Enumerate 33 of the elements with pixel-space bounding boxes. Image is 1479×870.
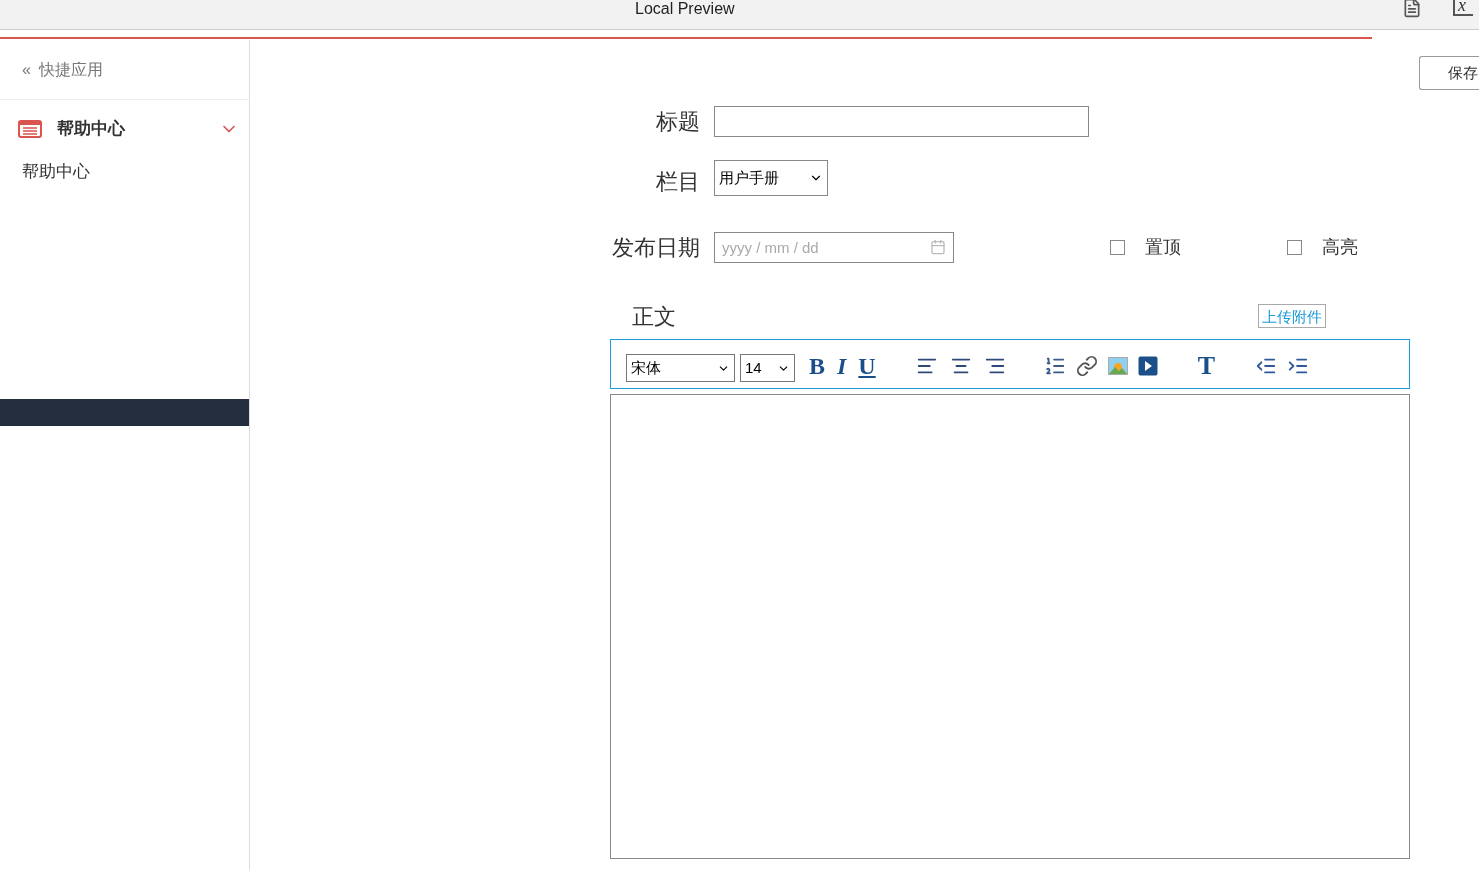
window-title: Local Preview	[635, 0, 735, 19]
menu-item[interactable]: 帮助中心	[0, 158, 249, 186]
column-select[interactable]: 用户手册	[714, 160, 828, 196]
video-play-icon[interactable]	[1137, 356, 1158, 376]
checkbox-label: 置顶	[1145, 235, 1181, 259]
checkbox-label: 高亮	[1322, 235, 1358, 259]
image-icon[interactable]	[1107, 357, 1128, 375]
ordered-list-icon[interactable]	[1043, 355, 1066, 377]
menu-group-label: 帮助中心	[57, 118, 126, 141]
date-label: 发布日期	[611, 233, 700, 262]
quick-apps-link[interactable]: « 快捷应用	[0, 40, 249, 100]
option-checkbox[interactable]: 高亮	[1287, 233, 1358, 261]
quick-apps-label: 快捷应用	[38, 59, 103, 80]
body-label: 正文	[632, 303, 676, 331]
save-button[interactable]: 保存	[1419, 56, 1479, 90]
checkbox[interactable]	[1110, 239, 1125, 255]
option-checkbox[interactable]: 置顶	[1110, 233, 1181, 261]
link-icon[interactable]	[1075, 355, 1098, 377]
format-button[interactable]: B	[809, 354, 825, 378]
menu-group[interactable]: 帮助中心	[0, 100, 249, 158]
size-select[interactable]: 14	[740, 354, 795, 382]
font-select[interactable]: 宋体	[626, 354, 735, 382]
document-icon[interactable]	[1402, 0, 1422, 18]
column-label: 栏目	[655, 167, 700, 196]
date-input[interactable]: yyyy / mm / dd	[714, 231, 954, 263]
text-style-button[interactable]: T	[1197, 353, 1216, 379]
checkbox[interactable]	[1287, 239, 1302, 255]
list-icon	[18, 120, 42, 138]
title-label: 标题	[655, 107, 700, 136]
format-button[interactable]: U	[858, 354, 876, 378]
format-button[interactable]: I	[837, 354, 847, 378]
double-chevron-icon: «	[22, 57, 31, 82]
title-input[interactable]	[714, 105, 1089, 137]
